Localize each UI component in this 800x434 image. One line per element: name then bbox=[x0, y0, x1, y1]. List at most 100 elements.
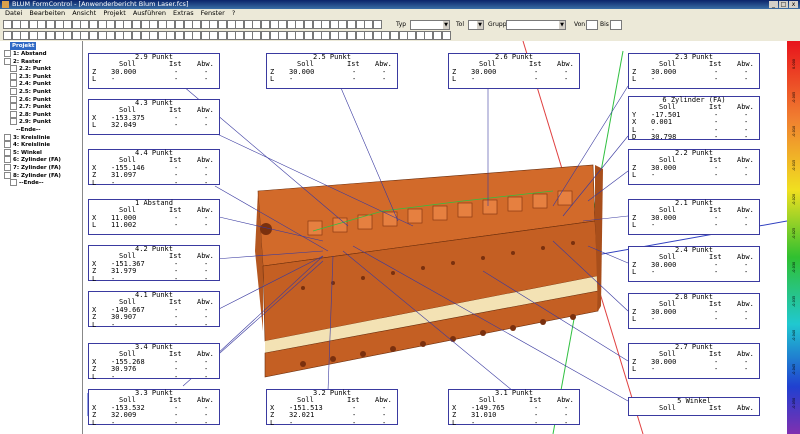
gruppe-select[interactable]: ▼ bbox=[506, 20, 566, 30]
expand-icon[interactable] bbox=[4, 164, 11, 171]
measurement-box[interactable]: 6 Zylinder (FA) Soll Ist Abw. Y -17.501- - X 0.0… bbox=[628, 96, 760, 141]
ist-value: - bbox=[174, 372, 179, 381]
abw-value: - bbox=[204, 418, 209, 427]
ist-value: - bbox=[352, 75, 357, 84]
soll-value: - bbox=[111, 418, 116, 427]
chevron-down-icon: ▼ bbox=[477, 21, 483, 29]
expand-icon[interactable] bbox=[10, 72, 17, 80]
tree-item[interactable]: --Ende-- bbox=[10, 179, 43, 187]
measurement-box[interactable]: 2.1 Punkt Soll Ist Abw. Z 30.000- - L - - - bbox=[628, 199, 760, 235]
measurement-box[interactable]: 2.7 Punkt Soll Ist Abw. Z 30.000- - L - - - bbox=[628, 343, 760, 379]
axis-label: L bbox=[270, 418, 275, 427]
abw-value: - bbox=[744, 365, 749, 374]
measurement-box[interactable]: 2.4 Punkt Soll Ist Abw. Z 30.000- - L - - - bbox=[628, 246, 760, 282]
menu-help[interactable]: ? bbox=[232, 9, 235, 17]
expand-icon[interactable] bbox=[10, 179, 17, 187]
expand-icon[interactable] bbox=[10, 88, 17, 95]
soll-value: - bbox=[651, 221, 656, 230]
measurement-box[interactable]: 4.2 Punkt Soll Ist Abw. X -151.367- - Z 31.979- -… bbox=[88, 245, 220, 283]
abw-value: - bbox=[204, 274, 209, 283]
measurement-box[interactable]: 2.8 Punkt Soll Ist Abw. Z 30.000- - L - - - bbox=[628, 293, 760, 329]
expand-icon[interactable] bbox=[10, 103, 17, 111]
soll-value: - bbox=[651, 365, 656, 374]
measurement-row: Z 30.976- - bbox=[89, 365, 219, 373]
measurement-box[interactable]: 3.4 Punkt Soll Ist Abw. X -155.268- - Z 30.976- -… bbox=[88, 343, 220, 381]
title-bar: BLUM FormControl - [Anwenderbericht Blum… bbox=[0, 0, 800, 9]
measurement-row: Z 31.097- - bbox=[89, 171, 219, 179]
measurement-box[interactable]: 4.4 Punkt Soll Ist Abw. X -155.146- - Z 31.097- -… bbox=[88, 149, 220, 187]
menu-bearbeiten[interactable]: Bearbeiten bbox=[29, 9, 65, 17]
expand-icon[interactable] bbox=[4, 133, 11, 141]
bis-input[interactable] bbox=[610, 20, 622, 30]
measurement-row: L--- bbox=[629, 75, 759, 84]
measurement-box[interactable]: 4.1 Punkt Soll Ist Abw. X -149.667- - Z 30.907- -… bbox=[88, 291, 220, 328]
measurement-row: X -153.532- - bbox=[89, 404, 219, 412]
tree-root-projekt[interactable]: Projekt bbox=[10, 42, 37, 50]
measurement-row: L--- bbox=[629, 268, 759, 276]
color-scale-tick: -0.010 bbox=[792, 125, 796, 137]
measurement-row: L--- bbox=[629, 221, 759, 230]
soll-value: - bbox=[111, 178, 116, 187]
expand-icon[interactable] bbox=[4, 57, 11, 65]
expand-icon[interactable] bbox=[4, 171, 11, 179]
measurement-row: X -151.367- - bbox=[89, 260, 219, 268]
measurement-row: X 0.001- - bbox=[629, 118, 759, 126]
expand-icon[interactable] bbox=[10, 118, 17, 126]
measurement-box[interactable]: 4.3 Punkt Soll Ist Abw. X -153.375- - L 32.049- - bbox=[88, 99, 220, 135]
measurement-box[interactable]: 2.5 Punkt Soll Ist Abw. Z 30.000- - L - - - bbox=[266, 53, 398, 89]
measurement-box[interactable]: 5 Winkel Soll Ist Abw. bbox=[628, 397, 760, 416]
soll-value: 32.049 bbox=[111, 121, 137, 130]
measurement-row: L--- bbox=[89, 372, 219, 381]
minimize-button[interactable]: _ bbox=[769, 1, 778, 8]
color-scale-tick: -0.030 bbox=[792, 261, 796, 273]
typ-select[interactable]: ▼ bbox=[410, 20, 450, 30]
tree-item-label: 2.8: Punkt bbox=[19, 111, 52, 118]
tree-item-label: 7: Zylinder (FA) bbox=[13, 165, 61, 171]
menu-fenster[interactable]: Fenster bbox=[201, 9, 225, 17]
expand-icon[interactable] bbox=[10, 65, 17, 73]
measurement-row: L--- bbox=[449, 418, 579, 427]
3d-viewport[interactable]: 2.9 Punkt Soll Ist Abw. Z 30.000- - L - - - 2.5 Pun… bbox=[83, 41, 787, 434]
axis-label: L bbox=[92, 418, 97, 427]
soll-value: 11.002 bbox=[111, 221, 137, 230]
von-input[interactable] bbox=[586, 20, 598, 30]
close-button[interactable]: x bbox=[789, 1, 798, 8]
view-toolbar-button-icon[interactable] bbox=[441, 31, 451, 40]
measurement-box[interactable]: 2.2 Punkt Soll Ist Abw. Z 30.000- - L - - - bbox=[628, 149, 760, 185]
expand-icon[interactable] bbox=[4, 148, 11, 156]
measurement-box[interactable]: 3.1 Punkt Soll Ist Abw. X -149.765- - Z 31.010- -… bbox=[448, 389, 580, 427]
expand-icon[interactable] bbox=[4, 50, 11, 57]
measurement-box[interactable]: 3.3 Punkt Soll Ist Abw. X -153.532- - Z 32.009- -… bbox=[88, 389, 220, 427]
measurement-row: Z 30.000- - bbox=[267, 68, 397, 76]
expand-icon[interactable] bbox=[10, 80, 17, 88]
expand-icon[interactable] bbox=[10, 110, 17, 118]
soll-value: - bbox=[111, 372, 116, 381]
menu-projekt[interactable]: Projekt bbox=[103, 9, 125, 17]
tree-item-label: --Ende-- bbox=[16, 127, 41, 133]
measurement-row: X -155.146- - bbox=[89, 164, 219, 172]
ist-value: - bbox=[352, 418, 357, 427]
soll-value: 30.798 bbox=[651, 132, 677, 141]
measurement-box[interactable]: 1 Abstand Soll Ist Abw. X 11.000- - L 11.002- - bbox=[88, 199, 220, 235]
expand-icon[interactable] bbox=[10, 95, 17, 103]
measurement-box[interactable]: 3.2 Punkt Soll Ist Abw. X -151.513- - Z 32.021- -… bbox=[266, 389, 398, 427]
color-scale-tick: -0.035 bbox=[792, 295, 796, 307]
tree-item-label: 2.3: Punkt bbox=[19, 73, 52, 80]
tol-select[interactable]: ▼ bbox=[468, 20, 484, 30]
abw-value: - bbox=[204, 75, 209, 84]
soll-value: - bbox=[471, 418, 476, 427]
measurement-box[interactable]: 2.3 Punkt Soll Ist Abw. Z 30.000- - L - - - bbox=[628, 53, 760, 89]
expand-icon[interactable] bbox=[4, 141, 11, 149]
menu-ausfuehren[interactable]: Ausführen bbox=[133, 9, 166, 17]
toolbar-button-icon[interactable] bbox=[372, 20, 382, 29]
menu-ansicht[interactable]: Ansicht bbox=[72, 9, 96, 17]
soll-value: - bbox=[651, 75, 656, 84]
measurement-box[interactable]: 2.9 Punkt Soll Ist Abw. Z 30.000- - L - - - bbox=[88, 53, 220, 89]
menu-extras[interactable]: Extras bbox=[173, 9, 194, 17]
ist-value: - bbox=[714, 365, 719, 374]
measurement-box[interactable]: 2.6 Punkt Soll Ist Abw. Z 30.000- - L - - - bbox=[448, 53, 580, 89]
maximize-button[interactable]: □ bbox=[779, 1, 788, 8]
expand-icon[interactable] bbox=[4, 156, 11, 164]
menu-datei[interactable]: Datei bbox=[5, 9, 22, 17]
tree-item-label: 8: Zylinder (FA) bbox=[13, 172, 61, 179]
